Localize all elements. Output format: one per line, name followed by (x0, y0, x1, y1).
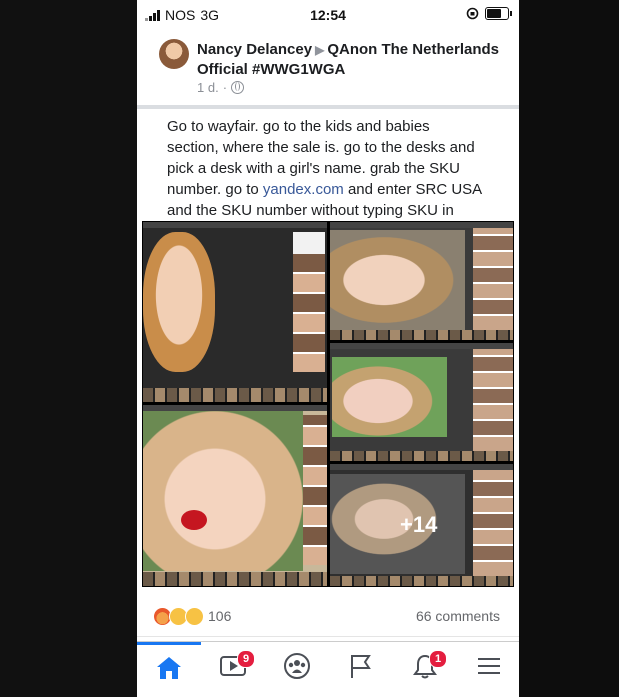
post-link[interactable]: yandex.com (263, 181, 344, 198)
photo-4[interactable] (329, 342, 514, 462)
globe-icon (231, 81, 245, 94)
photo-3[interactable] (329, 221, 514, 341)
more-photos-count[interactable]: +14 (400, 512, 437, 538)
post-meta: 1 d. · (197, 80, 245, 95)
photo-1[interactable] (142, 221, 328, 403)
battery-icon (485, 7, 512, 20)
notifications-badge: 1 (429, 650, 447, 668)
nav-home[interactable] (137, 642, 201, 690)
reactions-count[interactable]: 106 (208, 608, 231, 624)
author-avatar[interactable] (159, 39, 189, 69)
background-right (519, 0, 619, 697)
photo-2[interactable] (142, 404, 328, 587)
nav-notifications[interactable]: 1 (393, 642, 457, 690)
photo-5[interactable]: +14 (329, 463, 514, 587)
status-right (466, 7, 512, 20)
home-icon (157, 656, 181, 679)
status-bar: NOS 3G 12:54 (137, 0, 519, 30)
photo-grid: +14 (142, 221, 514, 587)
home-indicator (137, 689, 519, 697)
nav-menu[interactable] (457, 642, 519, 690)
rotation-lock-icon (466, 7, 479, 20)
post-age[interactable]: 1 d. (197, 80, 219, 95)
menu-icon (478, 658, 500, 674)
nav-groups[interactable] (265, 642, 329, 690)
groups-icon (284, 653, 310, 679)
background-left (0, 0, 137, 697)
status-time: 12:54 (310, 7, 346, 23)
nav-pages[interactable] (329, 642, 393, 690)
dot-separator: · (222, 80, 228, 95)
comments-count[interactable]: 66 comments (416, 608, 500, 624)
play-arrow-icon: ▶ (315, 43, 325, 57)
reactions-bar: 106 66 comments (137, 598, 519, 637)
bottom-nav: 9 1 (137, 641, 519, 690)
flag-icon (351, 655, 371, 678)
author-name[interactable]: Nancy Delancey (197, 41, 312, 58)
video-badge: 9 (237, 650, 255, 668)
post-header: Nancy Delancey ▶ QAnon The Netherlands Off… (137, 30, 519, 106)
post-title: Nancy Delancey ▶ QAnon The Netherlands Off… (197, 40, 507, 80)
nav-watch[interactable]: 9 (201, 642, 265, 690)
divider (137, 105, 519, 109)
phone-screen: NOS 3G 12:54 Nancy Delancey ▶ QAnon The Ne… (137, 0, 519, 697)
wow-reaction-icon[interactable] (185, 607, 204, 626)
